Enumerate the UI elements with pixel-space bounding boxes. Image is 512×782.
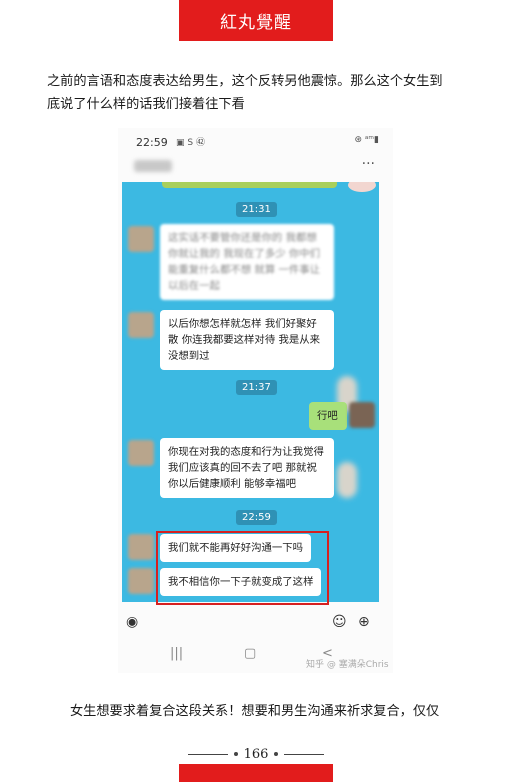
avatar-left xyxy=(128,534,154,560)
footer-dot-left xyxy=(233,752,238,756)
footer-rule-left xyxy=(187,753,228,755)
avatar-left xyxy=(128,226,154,252)
avatar-edge xyxy=(348,182,376,192)
watermark: 知乎 @ 塞满朵Chris xyxy=(306,660,389,670)
previous-message-edge xyxy=(162,182,337,188)
intro-line-1: 之前的言语和态度表达给男生，这个反转另他震惊。那么这个女生到 xyxy=(47,74,443,89)
sticker-blur xyxy=(337,462,357,498)
status-bar: 22:59 ▣ S ㊷ ⊛ ᵃᵐ▮ xyxy=(118,128,393,154)
message-bubble: 你现在对我的态度和行为让我觉得我们应该真的回不去了吧 那就祝你以后健康顺利 能够… xyxy=(160,438,334,498)
footer-banner xyxy=(179,764,333,782)
footer-rule-right xyxy=(284,753,325,755)
chat-header: ··· xyxy=(118,154,393,182)
timestamp-2: 21:37 xyxy=(236,380,277,395)
page-footer: 166 xyxy=(178,744,334,764)
message-bubble-sent: 行吧 xyxy=(309,402,347,430)
home-icon[interactable]: ▢ xyxy=(244,646,256,661)
avatar-left xyxy=(128,312,154,338)
status-icons-left: ▣ S ㊷ xyxy=(176,138,205,148)
recent-apps-icon[interactable]: ||| xyxy=(170,646,183,661)
timestamp-1: 21:31 xyxy=(236,202,277,217)
more-menu-icon[interactable]: ··· xyxy=(362,156,375,172)
avatar-right xyxy=(349,402,375,428)
avatar-left xyxy=(128,440,154,466)
contact-name-blurred xyxy=(134,160,172,172)
chat-input-bar: ◉ ☺ ⊕ xyxy=(118,606,393,640)
message-bubble: 以后你想怎样就怎样 我们好聚好散 你连我都要这样对待 我是从来没想到过 xyxy=(160,310,334,370)
avatar-left xyxy=(128,568,154,594)
intro-paragraph: 之前的言语和态度表达给男生，这个反转另他震惊。那么这个女生到 底说了什么样的话我… xyxy=(47,70,467,116)
voice-icon[interactable]: ◉ xyxy=(126,614,138,630)
highlight-box xyxy=(156,531,329,605)
status-icons-right: ⊛ ᵃᵐ▮ xyxy=(354,135,380,145)
footer-dot-right xyxy=(274,752,279,756)
intro-line-2: 底说了什么样的话我们接着往下看 xyxy=(47,97,245,112)
status-time: 22:59 xyxy=(136,136,168,149)
timestamp-3: 22:59 xyxy=(236,510,277,525)
message-bubble-blurred: 这实话不要管你还是你的 我都想你就让我的 我现在了多少 你中们能重复什么都不想 … xyxy=(160,224,334,300)
chapter-banner: 紅丸覺醒 xyxy=(179,0,333,41)
chapter-title: 紅丸覺醒 xyxy=(220,13,292,33)
page-number: 166 xyxy=(243,746,269,762)
caption-paragraph: 女生想要求着复合这段关系！想要和男生沟通来祈求复合，仅仅 xyxy=(70,704,440,719)
emoji-icon[interactable]: ☺ xyxy=(332,614,347,630)
plus-icon[interactable]: ⊕ xyxy=(358,614,370,630)
